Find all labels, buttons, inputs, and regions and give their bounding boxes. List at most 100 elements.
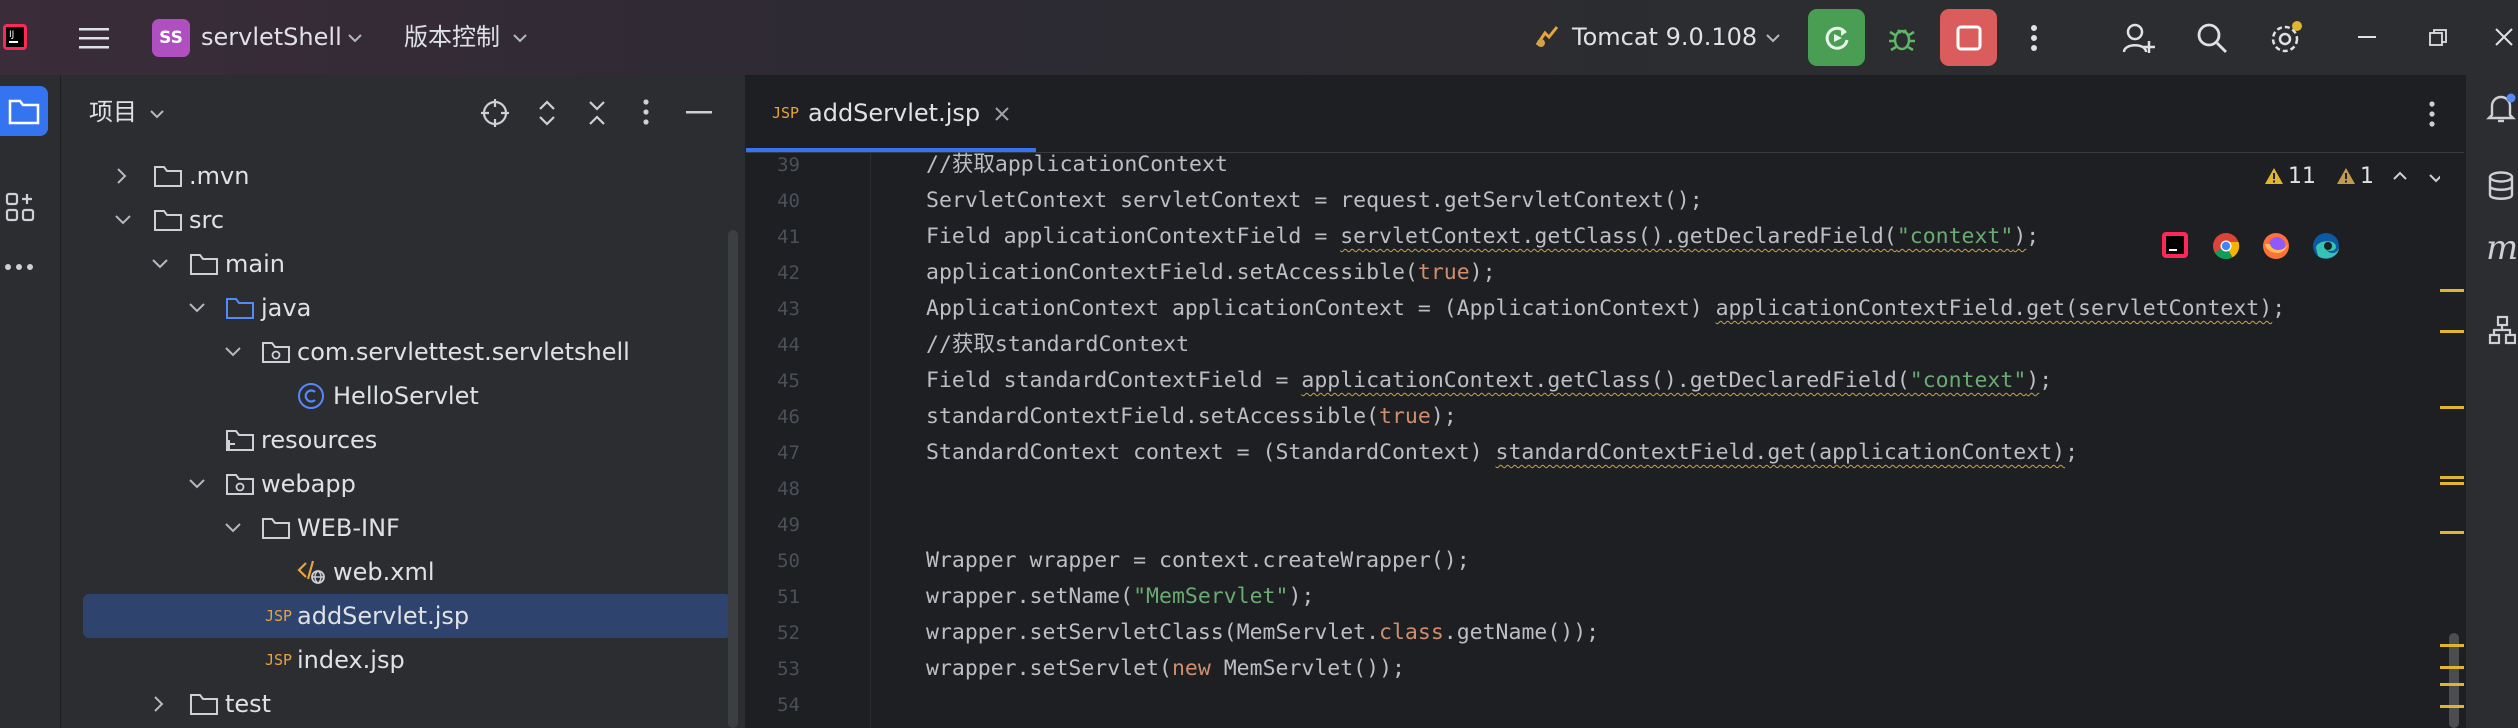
- restore-window-icon[interactable]: [2424, 24, 2452, 52]
- code-text: Wrapper wrapper = context.createWrapper(…: [926, 548, 1470, 573]
- chevron-down-icon[interactable]: [344, 28, 366, 48]
- warning-marker[interactable]: [2440, 330, 2464, 333]
- intellij-browser-icon[interactable]: [2162, 232, 2188, 258]
- left-tool-strip: [0, 75, 61, 728]
- chevron-down-icon[interactable]: [114, 198, 132, 242]
- tree-item-label: .mvn: [189, 162, 250, 190]
- package-icon: [261, 330, 291, 374]
- tree-item-helloservlet[interactable]: HelloServlet: [61, 374, 731, 418]
- locate-file-icon[interactable]: [480, 98, 510, 128]
- stop-button[interactable]: [1940, 9, 1997, 66]
- minimize-window-icon[interactable]: [2352, 28, 2382, 48]
- chevron-right-icon[interactable]: [116, 154, 128, 198]
- tree-item-src[interactable]: src: [61, 198, 731, 242]
- tree-scrollbar[interactable]: [728, 230, 738, 728]
- close-window-icon[interactable]: [2490, 22, 2518, 52]
- project-panel-title[interactable]: 项目: [89, 75, 137, 150]
- chevron-down-icon[interactable]: [509, 28, 531, 48]
- vcs-menu[interactable]: 版本控制: [404, 0, 500, 75]
- editor-tab-addservlet[interactable]: JSP addServlet.jsp: [746, 75, 1036, 152]
- inspection-widget[interactable]: 11 1: [2256, 155, 2450, 199]
- close-tab-icon[interactable]: [994, 106, 1010, 122]
- error-stripe[interactable]: [2440, 153, 2464, 728]
- folder-icon: [153, 154, 183, 198]
- tree-item-package[interactable]: com.servlettest.servletshell: [61, 330, 731, 374]
- warning-marker[interactable]: [2440, 683, 2464, 686]
- intellij-logo-icon[interactable]: IJ: [2, 23, 28, 51]
- code-token: ApplicationContext applicationContext = …: [926, 296, 1716, 321]
- rerun-button[interactable]: [1808, 9, 1865, 66]
- chevron-right-icon[interactable]: [153, 682, 165, 726]
- warning-marker[interactable]: [2440, 482, 2464, 485]
- title-bar: IJ SS servletShell 版本控制 Tomcat 9.0.108: [0, 0, 2518, 76]
- add-user-icon[interactable]: [2118, 18, 2158, 58]
- tree-item-index-jsp[interactable]: JSP index.jsp: [61, 638, 731, 682]
- structure-tool-icon[interactable]: [4, 191, 40, 227]
- tree-item-mvn[interactable]: .mvn: [61, 154, 731, 198]
- chevron-down-icon[interactable]: [149, 109, 165, 119]
- code-keyword: new: [1171, 656, 1211, 681]
- settings-gear-icon[interactable]: [2264, 16, 2308, 60]
- code-token-warning: applicationContextField.get(servletConte…: [1715, 296, 2273, 321]
- warning-marker[interactable]: [2440, 644, 2464, 647]
- maven-icon[interactable]: m: [2486, 233, 2518, 267]
- line-number: 40: [777, 190, 800, 212]
- warning-marker[interactable]: [2440, 476, 2464, 479]
- tree-item-main[interactable]: main: [61, 242, 731, 286]
- folder-icon: [189, 682, 219, 726]
- line-number: 50: [777, 550, 800, 572]
- chevron-down-icon[interactable]: [188, 286, 206, 330]
- editor-tab-bar: JSP addServlet.jsp: [746, 75, 2464, 153]
- project-name[interactable]: servletShell: [201, 0, 342, 75]
- code-token: servletContext.getClass().getDeclaredFie…: [1340, 224, 1897, 249]
- folder-icon: [8, 99, 40, 125]
- notifications-bell-icon[interactable]: [2486, 93, 2516, 125]
- hide-panel-icon[interactable]: [686, 111, 712, 115]
- tree-item-web-xml[interactable]: web.xml: [61, 550, 731, 594]
- warning-marker[interactable]: [2440, 666, 2464, 669]
- collapse-all-icon[interactable]: [585, 98, 609, 128]
- warning-marker[interactable]: [2440, 406, 2464, 409]
- tree-item-label: addServlet.jsp: [297, 602, 470, 630]
- chevron-down-icon[interactable]: [224, 330, 242, 374]
- chevron-down-icon[interactable]: [1762, 28, 1784, 48]
- panel-options-icon[interactable]: [643, 99, 649, 125]
- structure-hierarchy-icon[interactable]: [2488, 315, 2516, 345]
- debug-icon[interactable]: [1882, 18, 1922, 58]
- tree-item-resources[interactable]: resources: [61, 418, 731, 462]
- previous-highlight-icon[interactable]: [2392, 171, 2408, 181]
- chrome-browser-icon[interactable]: [2212, 232, 2240, 260]
- warning-marker[interactable]: [2440, 289, 2464, 292]
- main-menu-icon[interactable]: [74, 20, 114, 56]
- more-actions-icon[interactable]: [2024, 20, 2044, 56]
- project-tool-button[interactable]: [0, 86, 48, 136]
- project-badge[interactable]: SS: [152, 19, 190, 57]
- editor-scrollbar-thumb[interactable]: [2449, 633, 2459, 728]
- editor-tabs-options-icon[interactable]: [2429, 101, 2435, 127]
- database-icon[interactable]: [2488, 171, 2514, 201]
- tree-item-webapp[interactable]: webapp: [61, 462, 731, 506]
- tree-item-java[interactable]: java: [61, 286, 731, 330]
- expand-all-icon[interactable]: [535, 98, 559, 128]
- chevron-down-icon[interactable]: [188, 462, 206, 506]
- search-icon[interactable]: [2192, 18, 2232, 58]
- tree-item-web-inf[interactable]: WEB-INF: [61, 506, 731, 550]
- weak-warning-icon: [2336, 167, 2356, 185]
- tree-item-addservlet-jsp[interactable]: JSP addServlet.jsp: [83, 594, 731, 638]
- tree-item-label: src: [189, 206, 225, 234]
- firefox-browser-icon[interactable]: [2262, 232, 2290, 260]
- edge-browser-icon[interactable]: [2312, 232, 2340, 260]
- warning-marker[interactable]: [2440, 705, 2464, 708]
- line-number: 45: [777, 370, 800, 392]
- code-token: wrapper.setName(: [926, 584, 1134, 609]
- code-text: ApplicationContext applicationContext = …: [926, 291, 2285, 327]
- tree-item-test[interactable]: test: [61, 682, 731, 726]
- warning-marker[interactable]: [2440, 531, 2464, 534]
- code-string: "context": [1909, 368, 2027, 393]
- run-config-selector[interactable]: Tomcat 9.0.108: [1572, 0, 1757, 75]
- editor-panel: JSP addServlet.jsp 39 //获取applicationCont…: [746, 75, 2464, 728]
- chevron-down-icon[interactable]: [224, 506, 242, 550]
- chevron-down-icon[interactable]: [151, 242, 169, 286]
- more-tools-icon[interactable]: [4, 263, 40, 283]
- code-token: );: [1288, 584, 1315, 609]
